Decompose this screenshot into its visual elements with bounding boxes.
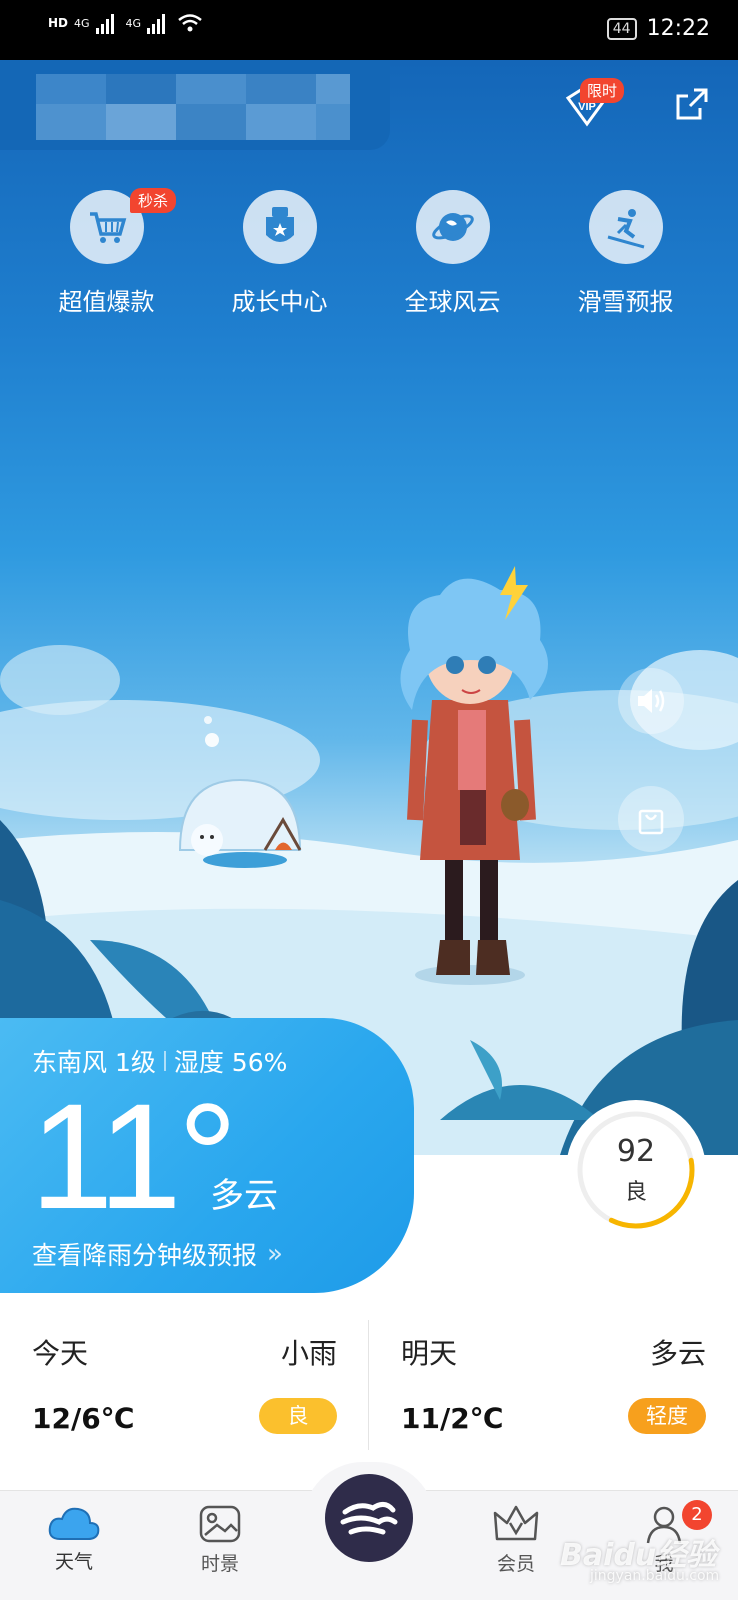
quick-item-label: 全球风云 bbox=[404, 288, 501, 316]
daily-forecast: 今天 小雨 12/6℃ 良 明天 多云 11/2℃ 轻度 bbox=[0, 1300, 738, 1480]
quick-item-label: 滑雪预报 bbox=[577, 288, 674, 316]
rain-link-label: 查看降雨分钟级预报 bbox=[32, 1241, 258, 1270]
weather-scene: VIP 限时 秒杀 超值爆款 成长中心 全球风云 滑雪预报 bbox=[0, 60, 738, 1155]
aqi-gauge[interactable]: 92 良 bbox=[566, 1100, 706, 1240]
status-signals: HD 4G 4G bbox=[48, 12, 203, 34]
wardrobe-button[interactable] bbox=[618, 786, 684, 852]
signal-icon bbox=[147, 12, 171, 34]
quick-item-circle bbox=[588, 190, 663, 264]
forecast-tomorrow[interactable]: 明天 多云 11/2℃ 轻度 bbox=[369, 1300, 738, 1470]
quick-item-circle bbox=[242, 190, 317, 264]
wifi-icon bbox=[178, 14, 202, 32]
aqi-ring bbox=[577, 1111, 695, 1229]
quick-item-growth[interactable]: 成长中心 bbox=[193, 190, 366, 317]
tab-label: 时景 bbox=[200, 1553, 239, 1575]
flash-sale-tag: 秒杀 bbox=[130, 188, 177, 213]
signal-icon bbox=[95, 12, 120, 34]
day-condition: 小雨 bbox=[280, 1337, 337, 1370]
network-label-1: 4G bbox=[74, 16, 90, 30]
cloud-icon bbox=[48, 1507, 100, 1540]
tab-weather[interactable]: 天气 bbox=[24, 1491, 124, 1600]
shopping-bag-icon bbox=[638, 809, 664, 835]
current-condition: 多云 bbox=[210, 1176, 278, 1216]
badge-icon bbox=[265, 207, 294, 242]
tab-label: 会员 bbox=[496, 1553, 535, 1575]
day-temperature: 11/2℃ bbox=[401, 1402, 504, 1435]
clock: 12:22 bbox=[646, 16, 710, 41]
battery-indicator: 44 bbox=[606, 17, 637, 40]
tab-label: 天气 bbox=[54, 1551, 93, 1573]
sound-button[interactable] bbox=[618, 668, 684, 734]
day-name: 今天 bbox=[32, 1337, 89, 1370]
status-bar: HD 4G 4G 44 12:22 bbox=[0, 0, 738, 60]
wind-cloud-icon bbox=[340, 1502, 398, 1535]
aqi-badge: 轻度 bbox=[628, 1398, 706, 1434]
notification-badge: 2 bbox=[682, 1500, 712, 1530]
aqi-value: 92 bbox=[616, 1134, 656, 1169]
quick-item-global[interactable]: 全球风云 bbox=[366, 190, 539, 317]
skier-icon bbox=[607, 209, 644, 249]
double-chevron-icon: » bbox=[267, 1239, 283, 1269]
limited-time-tag: 限时 bbox=[580, 78, 625, 103]
tab-membership[interactable]: 会员 bbox=[466, 1491, 566, 1600]
aqi-level: 良 bbox=[624, 1180, 647, 1205]
speaker-icon bbox=[638, 689, 665, 713]
watermark-url: jingyan.baidu.com bbox=[590, 1568, 720, 1584]
quick-item-circle bbox=[415, 190, 490, 264]
center-weather-button[interactable] bbox=[319, 1468, 419, 1568]
current-temperature: 11° bbox=[30, 1072, 238, 1240]
hd-label: HD bbox=[48, 16, 69, 30]
rain-forecast-link[interactable]: 查看降雨分钟级预报 » bbox=[32, 1236, 283, 1272]
current-weather-card: 东南风 1级 湿度 56% 11° 多云 查看降雨分钟级预报 » bbox=[0, 1018, 414, 1293]
forecast-today[interactable]: 今天 小雨 12/6℃ 良 bbox=[0, 1300, 369, 1470]
day-condition: 多云 bbox=[649, 1337, 706, 1370]
shopping-cart-icon bbox=[89, 212, 126, 243]
separator bbox=[163, 1051, 166, 1071]
day-name: 明天 bbox=[401, 1337, 458, 1370]
tab-scenery[interactable]: 时景 bbox=[170, 1491, 270, 1600]
quick-item-ski[interactable]: 滑雪预报 bbox=[539, 190, 712, 317]
planet-icon bbox=[431, 213, 474, 241]
day-temperature: 12/6℃ bbox=[32, 1402, 135, 1435]
quick-item-label: 成长中心 bbox=[231, 288, 328, 316]
quick-item-label: 超值爆款 bbox=[58, 288, 155, 316]
aqi-badge: 良 bbox=[259, 1398, 337, 1434]
status-right: 44 12:22 bbox=[606, 16, 710, 41]
share-icon[interactable] bbox=[672, 84, 712, 124]
picture-icon bbox=[199, 1505, 241, 1543]
network-label-2: 4G bbox=[125, 16, 142, 30]
crown-icon bbox=[493, 1505, 539, 1541]
quick-menu: 秒杀 超值爆款 成长中心 全球风云 滑雪预报 bbox=[0, 188, 738, 317]
quick-item-deals[interactable]: 秒杀 超值爆款 bbox=[20, 188, 193, 317]
